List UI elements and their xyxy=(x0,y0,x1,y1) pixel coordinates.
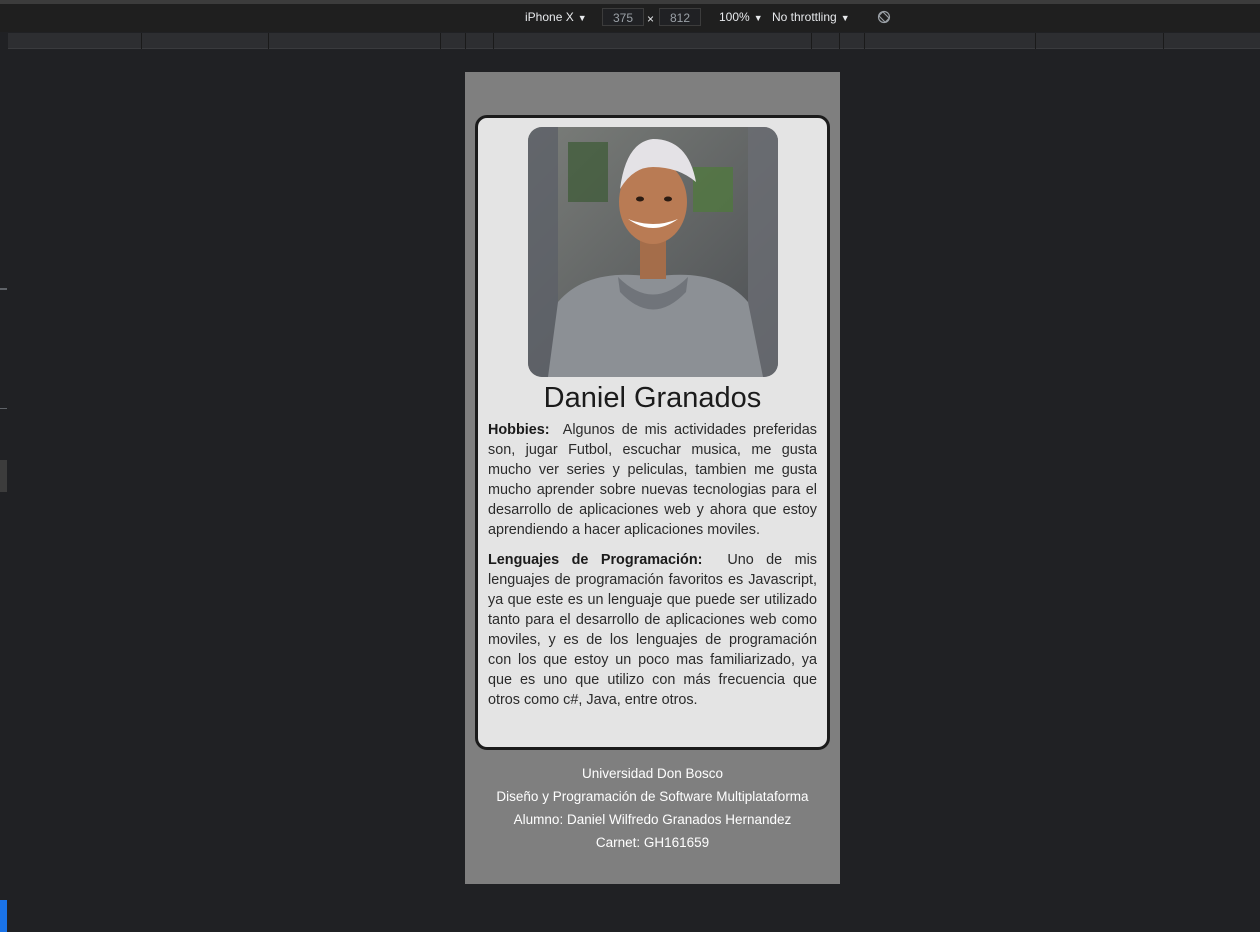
hobbies-label: Hobbies: xyxy=(488,422,550,438)
height-input[interactable]: 812 xyxy=(659,8,701,26)
languages-text: Uno de mis lenguajes de programación fav… xyxy=(488,552,817,708)
rotate-icon[interactable] xyxy=(877,10,891,24)
languages-paragraph: Lenguajes de Programación: Uno de mis le… xyxy=(488,550,817,710)
zoom-select[interactable]: 100% ▼ xyxy=(719,10,763,24)
device-label: iPhone X xyxy=(525,10,574,24)
page-footer: Universidad Don Bosco Diseño y Programac… xyxy=(465,762,840,854)
width-input[interactable]: 375 xyxy=(602,8,644,26)
profile-photo xyxy=(528,127,778,377)
throttling-label: No throttling xyxy=(772,10,837,24)
hobbies-text: Algunos de mis actividades preferidas so… xyxy=(488,422,817,538)
ruler-mark xyxy=(0,408,7,409)
media-query-segment[interactable] xyxy=(864,33,865,49)
profile-card: Daniel Granados Hobbies: Algunos de mis … xyxy=(475,115,830,750)
footer-university: Universidad Don Bosco xyxy=(581,766,724,781)
media-query-segment[interactable] xyxy=(268,33,269,49)
profile-name: Daniel Granados xyxy=(543,382,762,414)
zoom-label: 100% xyxy=(719,10,750,24)
ruler-mark xyxy=(0,460,7,492)
footer-carnet: Carnet: GH161659 xyxy=(595,835,710,850)
portrait-photo xyxy=(528,127,778,377)
media-query-segment[interactable] xyxy=(465,33,466,49)
chevron-down-icon: ▼ xyxy=(577,13,587,23)
footer-career: Diseño y Programación de Software Multip… xyxy=(496,789,809,804)
media-query-segment[interactable] xyxy=(1035,33,1036,49)
footer-student: Alumno: Daniel Wilfredo Granados Hernand… xyxy=(513,812,792,827)
media-query-segment[interactable] xyxy=(839,33,840,49)
media-query-segment[interactable] xyxy=(141,33,142,49)
device-viewport: Daniel Granados Hobbies: Algunos de mis … xyxy=(465,72,840,884)
chevron-down-icon: ▼ xyxy=(840,13,850,23)
dimension-separator: × xyxy=(647,12,655,26)
media-query-segment[interactable] xyxy=(1163,33,1164,49)
device-select[interactable]: iPhone X ▼ xyxy=(525,10,587,24)
media-query-segment[interactable] xyxy=(440,33,441,49)
throttling-select[interactable]: No throttling ▼ xyxy=(772,10,850,24)
ruler-active-mark xyxy=(0,900,7,932)
hobbies-paragraph: Hobbies: Algunos de mis actividades pref… xyxy=(488,420,817,540)
media-query-segment[interactable] xyxy=(493,33,494,49)
ruler-mark xyxy=(0,288,7,290)
device-toolbar: iPhone X ▼ 375 × 812 100% ▼ No throttling ▼ xyxy=(0,4,1260,32)
media-query-bar[interactable] xyxy=(8,33,1260,49)
chevron-down-icon: ▼ xyxy=(753,13,763,23)
media-query-segment[interactable] xyxy=(811,33,812,49)
languages-label: Lenguajes de Programación: xyxy=(488,552,703,568)
